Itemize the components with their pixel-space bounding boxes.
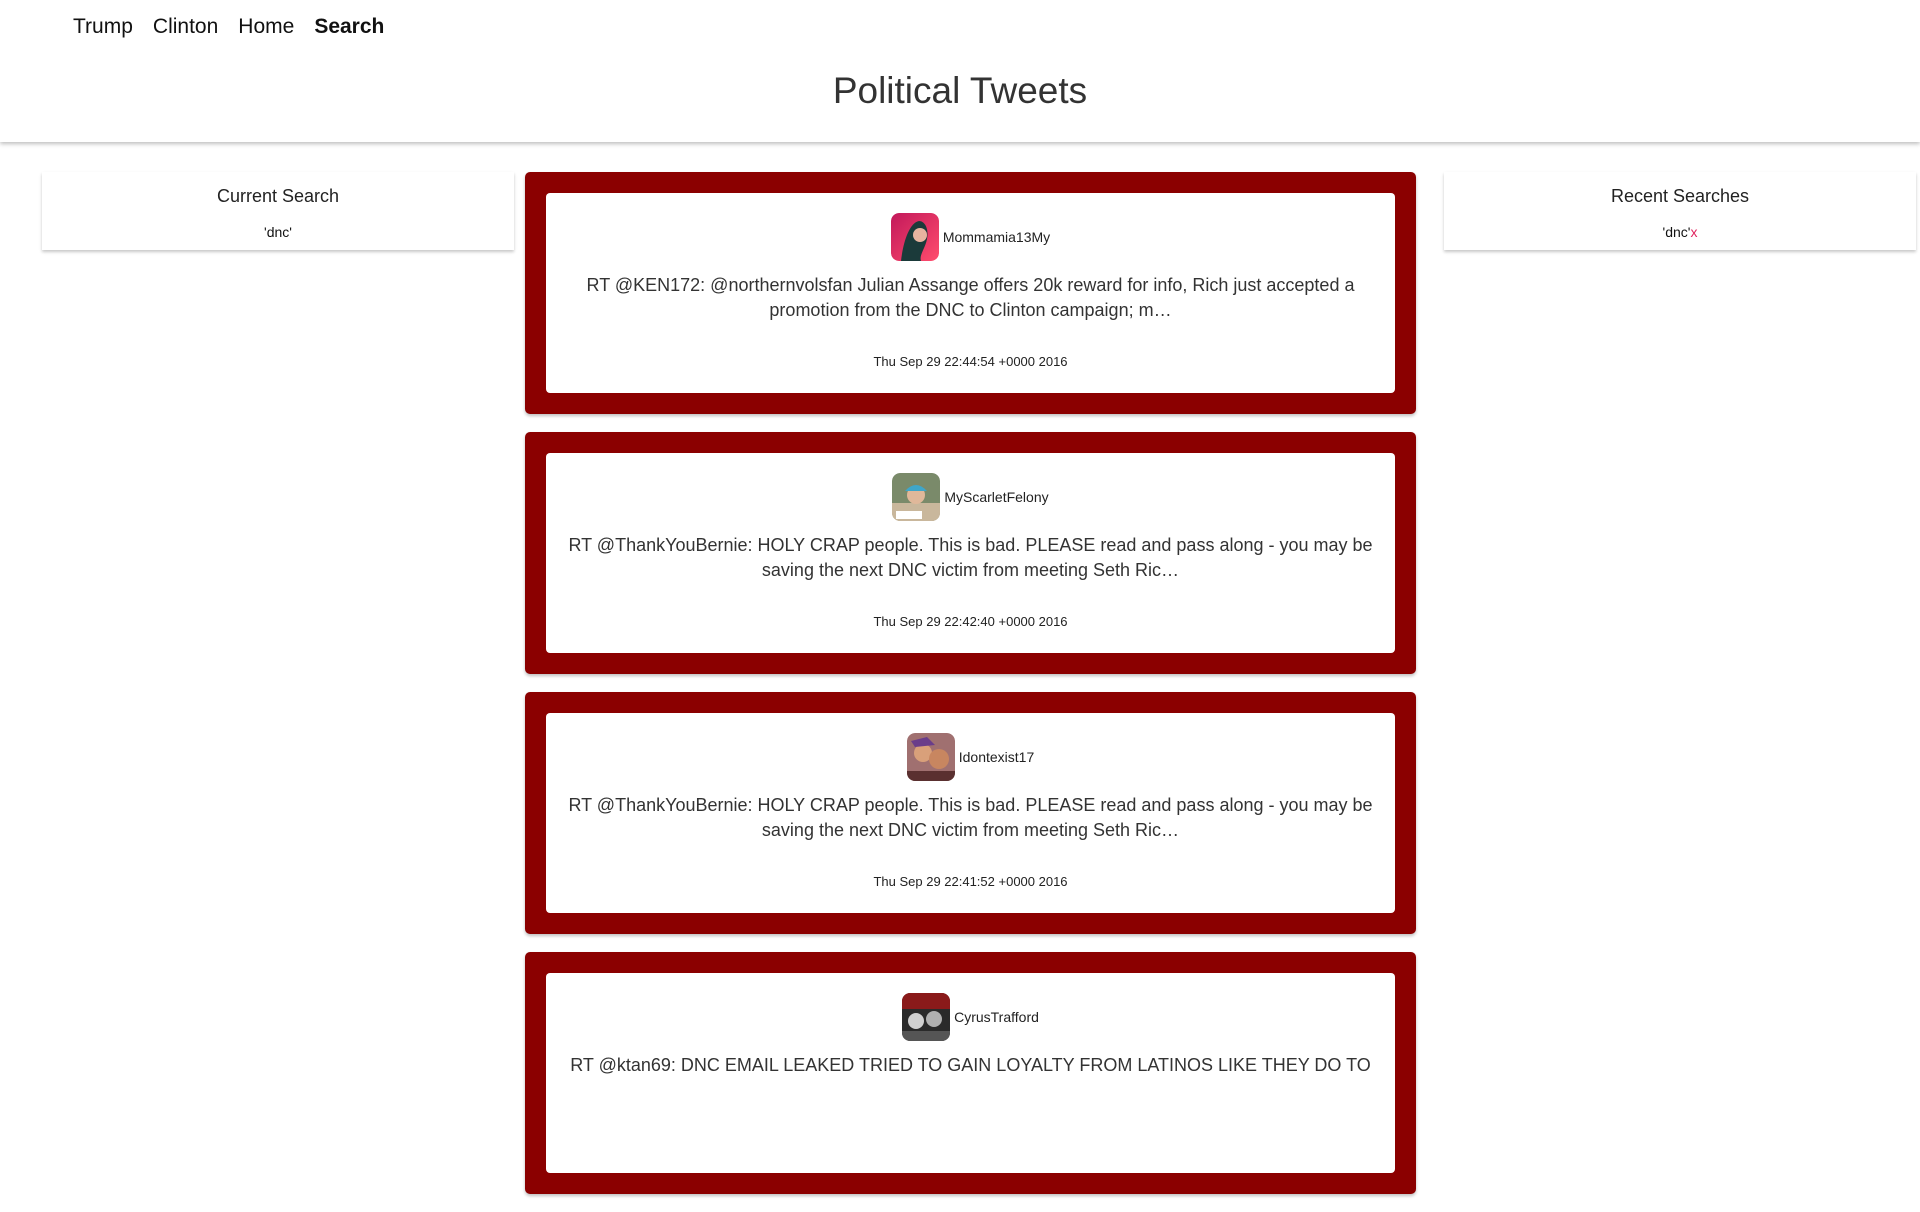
remove-search-icon[interactable]: x [1690,224,1697,240]
tweet-user: Mommamia13My [546,213,1395,261]
recent-search-link[interactable]: 'dnc' [1663,224,1691,240]
tweet-user: MyScarletFelony [546,473,1395,521]
site-header: Trump Clinton Home Search Political Twee… [0,0,1920,142]
tweet-date: Thu Sep 29 22:42:40 +0000 2016 [873,614,1068,629]
tweet-date: Thu Sep 29 22:41:52 +0000 2016 [873,874,1068,889]
recent-search-item: 'dnc'x [1444,224,1916,240]
recent-searches-title: Recent Searches [1610,186,1750,206]
nav-link-trump[interactable]: Trump [73,15,133,39]
tweet-text: RT @KEN172: @northernvolsfan Julian Assa… [586,275,1355,320]
tweet-username[interactable]: CyrusTrafford [954,1009,1039,1025]
tweet-username[interactable]: Mommamia13My [943,229,1050,245]
tweet-user: Idontexist17 [546,733,1395,781]
user-avatar-icon [902,993,951,1041]
current-search-panel: Current Search 'dnc' [42,172,514,250]
tweet-text: RT @ThankYouBernie: HOLY CRAP people. Th… [568,795,1373,840]
tweet-item: MyScarletFelony RT @ThankYouBernie: HOLY… [525,432,1416,674]
user-avatar-icon [890,213,939,261]
tweet-text: RT @ktan69: DNC EMAIL LEAKED TRIED TO GA… [570,1055,1371,1075]
tweet-text: RT @ThankYouBernie: HOLY CRAP people. Th… [568,535,1373,580]
current-search-title: Current Search [216,186,340,206]
user-avatar-icon [892,473,941,521]
user-avatar-icon [906,733,955,781]
nav-link-home[interactable]: Home [238,15,294,39]
tweet-date: Thu Sep 29 22:44:54 +0000 2016 [873,354,1068,369]
tweet-card: Mommamia13My RT @KEN172: @northernvolsfa… [546,193,1395,393]
tweet-item: Mommamia13My RT @KEN172: @northernvolsfa… [525,172,1416,414]
tweet-feed: Mommamia13My RT @KEN172: @northernvolsfa… [525,172,1416,1212]
tweet-card: CyrusTrafford RT @ktan69: DNC EMAIL LEAK… [546,973,1395,1173]
tweet-username[interactable]: Idontexist17 [959,749,1035,765]
current-search-value: 'dnc' [264,224,292,240]
page-title: Political Tweets [832,70,1088,111]
tweet-username[interactable]: MyScarletFelony [944,489,1048,505]
top-nav: Trump Clinton Home Search [73,15,384,39]
nav-link-search[interactable]: Search [314,15,384,39]
tweet-card: Idontexist17 RT @ThankYouBernie: HOLY CR… [546,713,1395,913]
recent-searches-panel: Recent Searches 'dnc'x [1444,172,1916,250]
tweet-item: Idontexist17 RT @ThankYouBernie: HOLY CR… [525,692,1416,934]
tweet-user: CyrusTrafford [546,993,1395,1041]
nav-link-clinton[interactable]: Clinton [153,15,218,39]
tweet-item: CyrusTrafford RT @ktan69: DNC EMAIL LEAK… [525,952,1416,1194]
tweet-card: MyScarletFelony RT @ThankYouBernie: HOLY… [546,453,1395,653]
